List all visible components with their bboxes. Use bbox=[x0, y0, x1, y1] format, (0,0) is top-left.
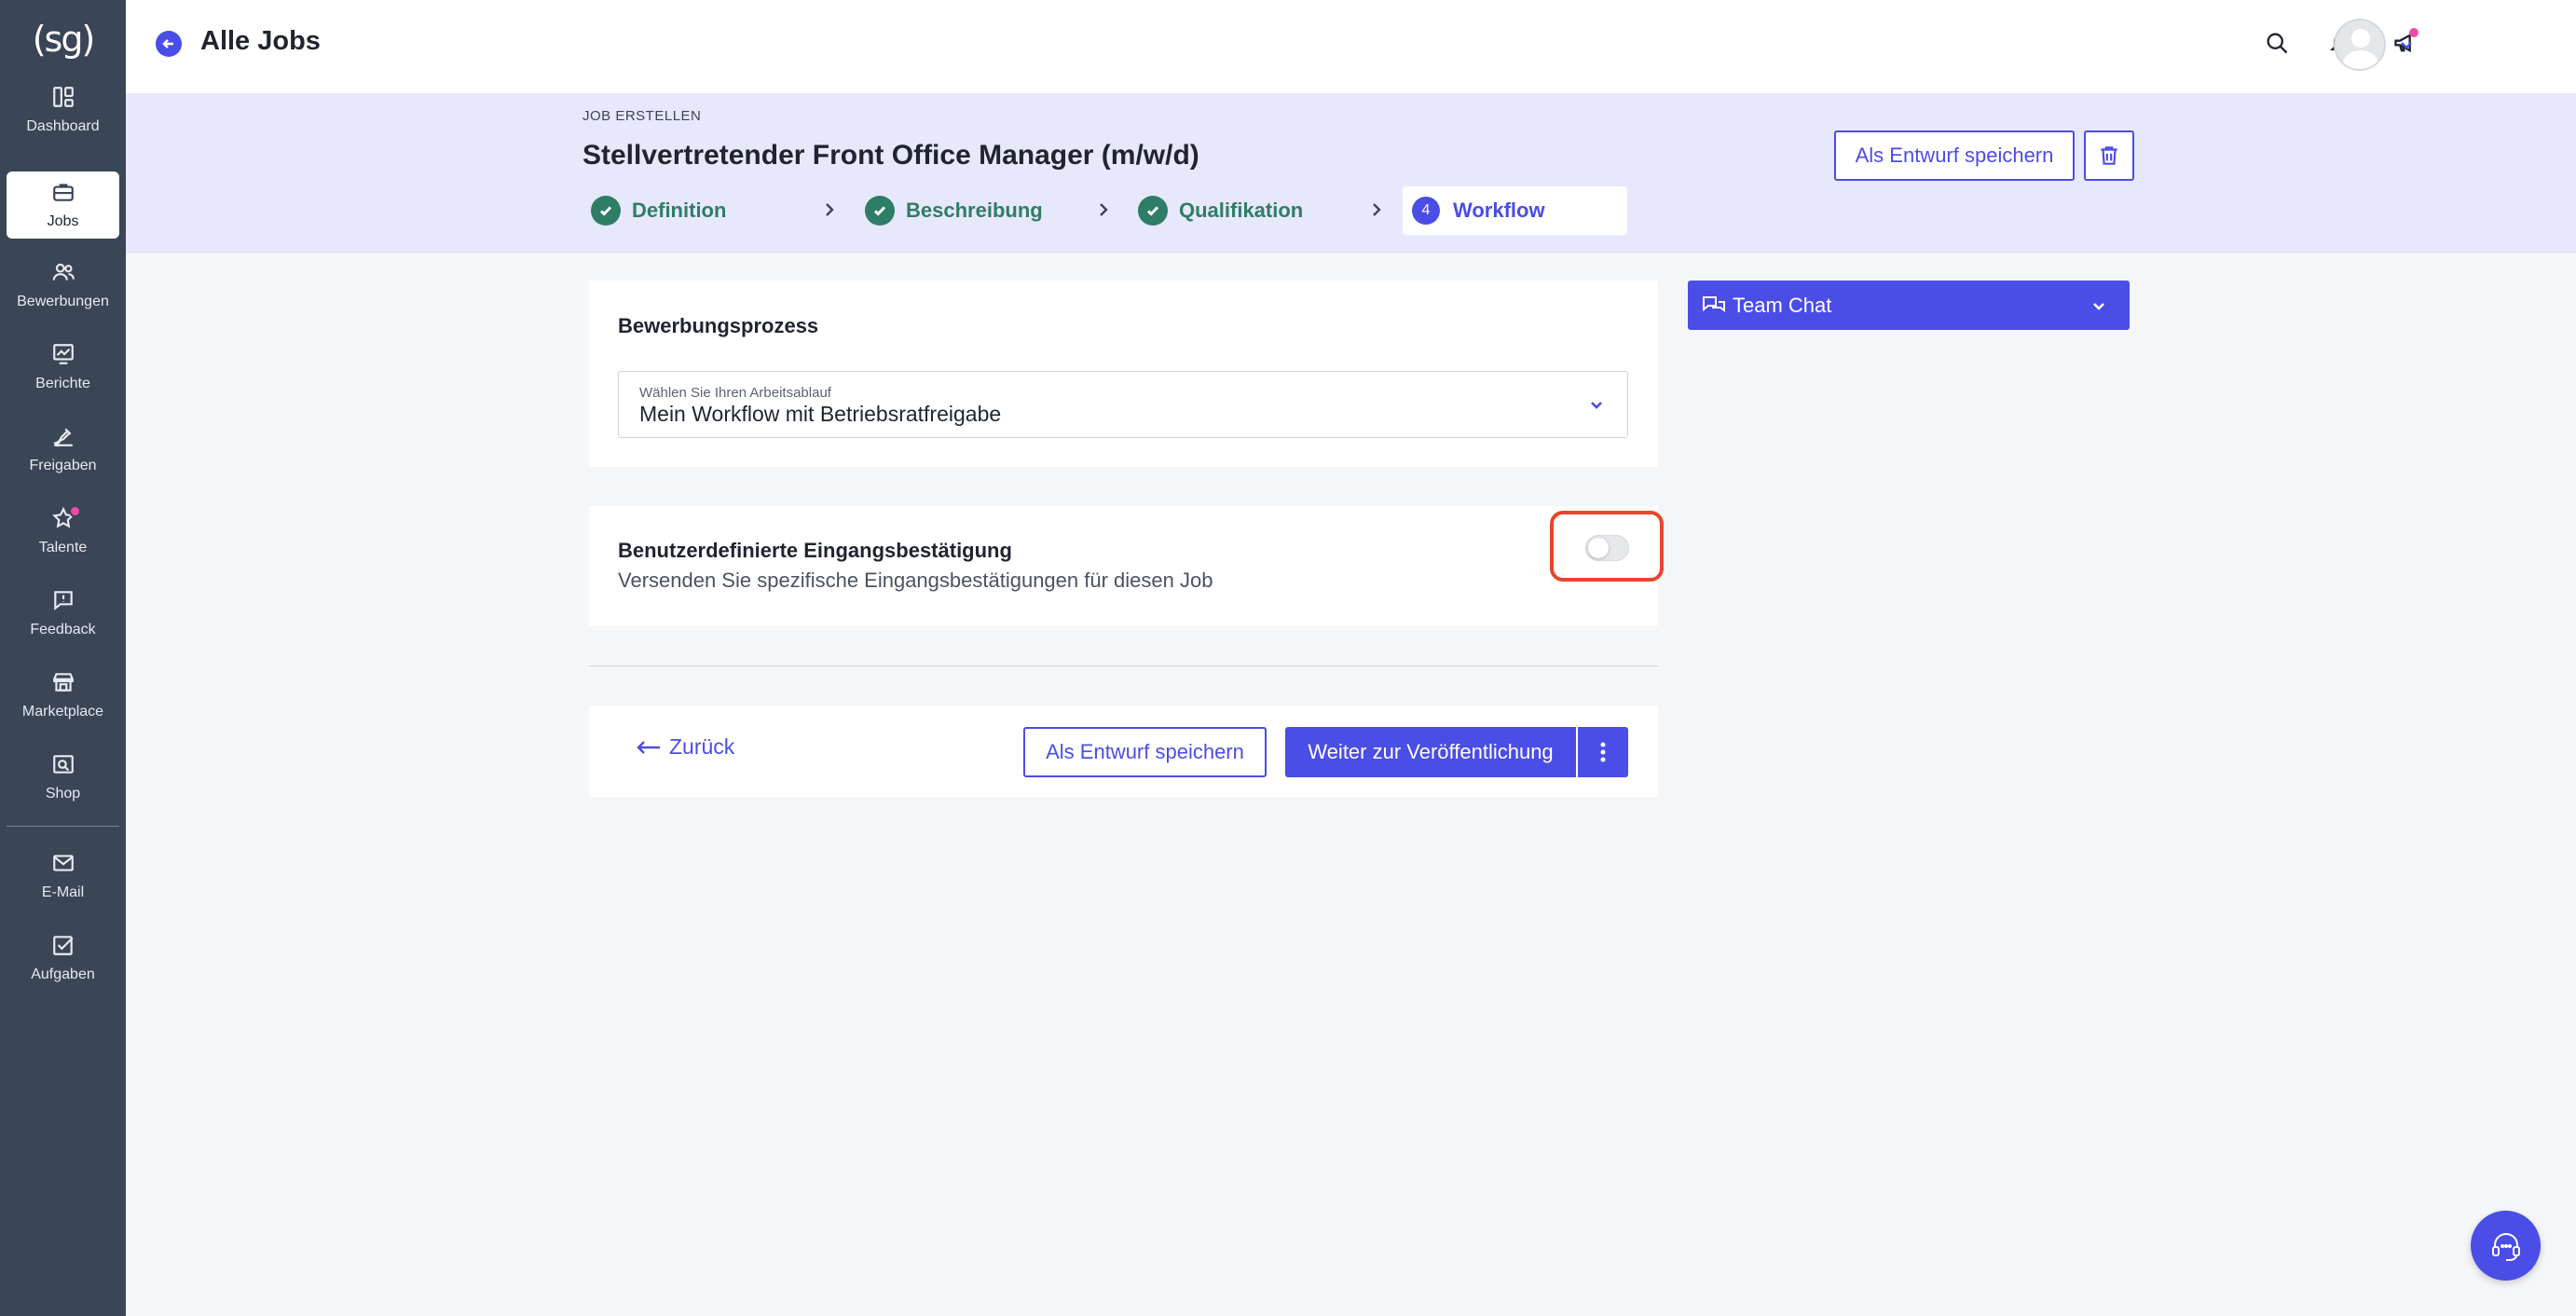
sidebar-item-berichte[interactable]: Berichte bbox=[7, 334, 119, 401]
shop-icon bbox=[52, 755, 74, 774]
save-draft-button[interactable]: Als Entwurf speichern bbox=[1023, 727, 1267, 777]
back-link[interactable]: Zurück bbox=[636, 734, 734, 760]
logo[interactable]: (sg) bbox=[0, 11, 126, 67]
step-label: Qualifikation bbox=[1179, 199, 1304, 222]
sidebar-item-label: E-Mail bbox=[41, 884, 85, 900]
confirmation-card bbox=[589, 506, 1658, 625]
sidebar-item-label: Shop bbox=[45, 786, 81, 802]
step-label: Beschreibung bbox=[906, 199, 1043, 222]
arrow-left-icon bbox=[637, 740, 660, 754]
approval-icon bbox=[52, 428, 73, 447]
save-draft-button-top[interactable]: Als Entwurf speichern bbox=[1834, 130, 2075, 181]
sidebar-item-feedback[interactable]: Feedback bbox=[7, 580, 119, 647]
mail-icon bbox=[52, 855, 74, 871]
chevron-right-icon bbox=[819, 199, 840, 220]
step-label: Workflow bbox=[1453, 199, 1545, 222]
sidebar-item-talente[interactable]: Talente bbox=[7, 498, 119, 565]
search-icon bbox=[2267, 33, 2288, 54]
tasks-icon bbox=[52, 936, 74, 955]
sidebar-item-label: Bewerbungen bbox=[17, 294, 109, 309]
more-options-button[interactable] bbox=[1578, 727, 1628, 777]
sidebar-item-marketplace[interactable]: Marketplace bbox=[7, 662, 119, 729]
user-menu-toggle[interactable] bbox=[2397, 35, 2416, 54]
process-card-title: Bewerbungsprozess bbox=[618, 314, 819, 337]
sidebar-item-label: Freigaben bbox=[29, 458, 97, 473]
team-chat-label: Team Chat bbox=[1733, 294, 1832, 317]
step-qualifikation[interactable]: Qualifikation bbox=[1138, 186, 1303, 235]
chat-bubbles-icon bbox=[1701, 293, 1727, 319]
sidebar-item-label: Aufgaben bbox=[31, 966, 95, 982]
step-workflow[interactable]: 4 Workflow bbox=[1403, 186, 1627, 235]
trash-icon bbox=[2101, 146, 2117, 165]
sidebar-item-label: Dashboard bbox=[26, 118, 100, 134]
step-beschreibung[interactable]: Beschreibung bbox=[865, 186, 1043, 235]
job-eyebrow: JOB ERSTELLEN bbox=[582, 108, 702, 124]
top-bar: Alle Jobs bbox=[126, 0, 2576, 93]
step-definition[interactable]: Definition bbox=[591, 186, 726, 235]
chevron-right-icon bbox=[1366, 199, 1387, 220]
sidebar-item-aufgaben[interactable]: Aufgaben bbox=[7, 925, 119, 992]
chevron-down-icon bbox=[2089, 295, 2109, 316]
workflow-select-value: Mein Workflow mit Betriebsratfreigabe bbox=[639, 402, 1002, 426]
back-link-label: Zurück bbox=[669, 734, 735, 759]
arrow-left-icon bbox=[162, 39, 173, 48]
store-icon bbox=[52, 673, 74, 692]
page-title: Alle Jobs bbox=[200, 26, 321, 56]
confirmation-card-subtitle: Versenden Sie spezifische Eingangsbestät… bbox=[618, 569, 1213, 592]
sidebar-divider bbox=[7, 826, 119, 827]
sidebar-item-bewerbungen[interactable]: Bewerbungen bbox=[7, 252, 119, 319]
chevron-down-icon bbox=[1586, 394, 1607, 415]
sidebar-item-email[interactable]: E-Mail bbox=[7, 843, 119, 910]
continue-to-publish-button[interactable]: Weiter zur Veröffentlichung bbox=[1285, 727, 1576, 777]
custom-confirmation-toggle[interactable] bbox=[1585, 535, 1629, 561]
confirmation-card-title: Benutzerdefinierte Eingangsbestätigung bbox=[618, 539, 1012, 562]
step-number: 4 bbox=[1412, 197, 1440, 225]
check-circle-icon bbox=[865, 196, 895, 226]
search-button[interactable] bbox=[2260, 26, 2294, 60]
sidebar-item-jobs[interactable]: Jobs bbox=[7, 171, 119, 239]
team-chat-panel[interactable]: Team Chat bbox=[1688, 281, 2130, 330]
sidebar-item-label: Talente bbox=[38, 540, 88, 555]
workflow-select[interactable]: Wählen Sie Ihren Arbeitsablauf Mein Work… bbox=[618, 371, 1628, 438]
sidebar-item-label: Feedback bbox=[30, 622, 96, 637]
avatar-body bbox=[2343, 50, 2378, 69]
avatar-head bbox=[2351, 29, 2370, 48]
back-arrow-button[interactable] bbox=[156, 31, 182, 57]
chevron-down-icon bbox=[2401, 42, 2412, 49]
job-header-band bbox=[126, 93, 2576, 254]
sidebar-item-freigaben[interactable]: Freigaben bbox=[7, 416, 119, 483]
briefcase-icon bbox=[52, 184, 74, 201]
headset-icon bbox=[2491, 1232, 2520, 1261]
chevron-right-icon bbox=[1093, 199, 1114, 220]
check-circle-icon bbox=[1138, 196, 1168, 226]
sidebar-item-label: Jobs bbox=[47, 213, 79, 229]
workflow-select-label: Wählen Sie Ihren Arbeitsablauf bbox=[639, 385, 831, 401]
check-circle-icon bbox=[591, 196, 621, 226]
sidebar-item-dashboard[interactable]: Dashboard bbox=[7, 76, 119, 144]
support-button[interactable] bbox=[2471, 1211, 2541, 1281]
step-label: Definition bbox=[632, 199, 727, 222]
avatar[interactable] bbox=[2334, 19, 2386, 71]
sidebar-item-shop[interactable]: Shop bbox=[7, 744, 119, 811]
section-divider bbox=[589, 665, 1658, 666]
job-title: Stellvertretender Front Office Manager (… bbox=[582, 140, 1199, 171]
delete-button[interactable] bbox=[2084, 130, 2134, 181]
notification-dot bbox=[69, 505, 81, 517]
feedback-icon bbox=[53, 591, 73, 610]
chart-icon bbox=[52, 344, 74, 364]
users-icon bbox=[52, 263, 75, 281]
sidebar-item-label: Berichte bbox=[35, 376, 90, 391]
kebab-icon bbox=[1600, 742, 1606, 762]
sidebar: (sg) Dashboard Jobs Bewerbungen Berichte… bbox=[0, 0, 126, 1316]
dashboard-icon bbox=[52, 87, 74, 107]
toggle-knob bbox=[1588, 538, 1609, 558]
sidebar-item-label: Marketplace bbox=[21, 704, 104, 720]
